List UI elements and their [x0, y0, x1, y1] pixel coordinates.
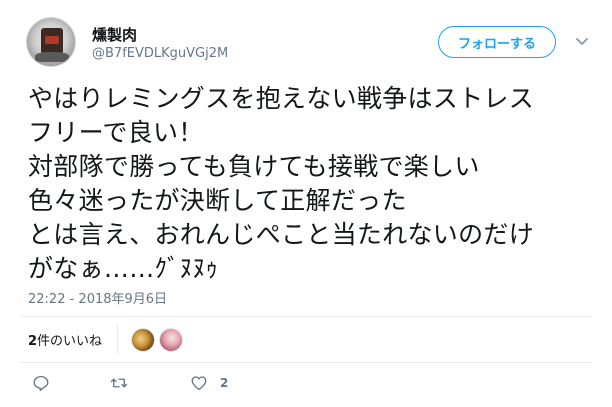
likes-summary[interactable]: 2件のいいね — [28, 318, 102, 360]
follow-button[interactable]: フォローする — [438, 26, 556, 58]
likes-count: 2 — [28, 333, 38, 349]
liker-avatar[interactable] — [131, 328, 155, 352]
tweet-card: 燻製肉 @B7fEVDLKguVGj2M フォローする やはりレミングスを抱えな… — [0, 0, 612, 407]
avatar-base — [35, 52, 69, 62]
reply-button[interactable] — [32, 374, 50, 392]
user-avatar[interactable] — [26, 17, 76, 67]
likes-separator — [117, 324, 118, 354]
reply-icon — [33, 375, 49, 392]
heart-icon — [191, 376, 207, 391]
likes-label: 件のいいね — [37, 333, 103, 349]
tweet-text: やはりレミングスを抱えない戦争はストレス フリーで良い！ 対部隊で勝っても負けて… — [28, 84, 535, 283]
like-count: 2 — [220, 376, 229, 390]
divider-bottom — [20, 362, 592, 363]
liker-avatar[interactable] — [159, 328, 183, 352]
tweet-timestamp[interactable]: 22:22 - 2018年9月6日 — [28, 288, 167, 307]
likes-count-text: 2件のいいね — [28, 330, 102, 349]
retweet-icon — [110, 378, 128, 388]
like-button[interactable]: 2 — [190, 374, 228, 392]
display-name[interactable]: 燻製肉 — [92, 24, 137, 45]
avatar-detail — [45, 36, 59, 44]
screen-name[interactable]: @B7fEVDLKguVGj2M — [92, 46, 228, 61]
chevron-down-icon[interactable] — [574, 33, 590, 49]
retweet-button[interactable] — [110, 374, 128, 392]
divider-top — [20, 316, 592, 317]
